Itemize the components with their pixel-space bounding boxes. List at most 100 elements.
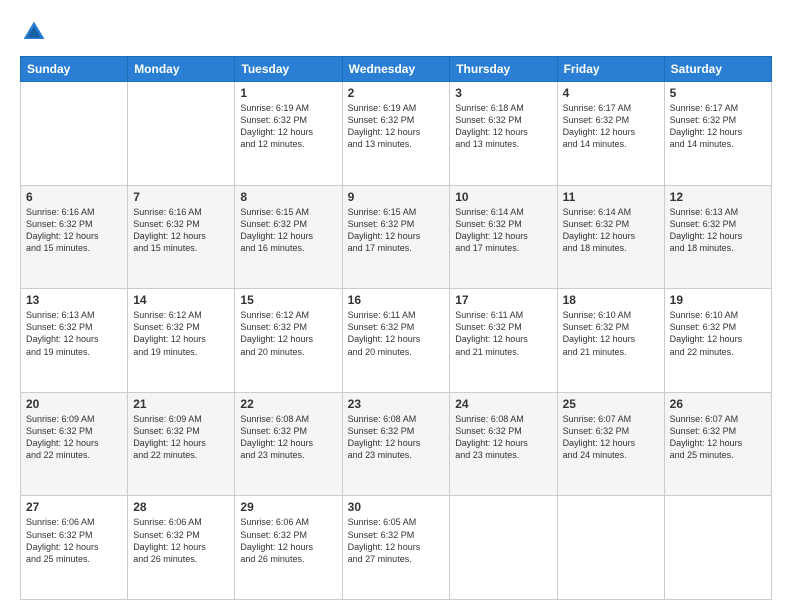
calendar-cell: 25 Sunrise: 6:07 AM Sunset: 6:32 PM Dayli… bbox=[557, 392, 664, 496]
day-number: 12 bbox=[670, 190, 766, 204]
calendar-week-row: 1 Sunrise: 6:19 AM Sunset: 6:32 PM Daylig… bbox=[21, 82, 772, 186]
day-number: 27 bbox=[26, 500, 122, 514]
day-number: 7 bbox=[133, 190, 229, 204]
calendar-cell: 15 Sunrise: 6:12 AM Sunset: 6:32 PM Dayli… bbox=[235, 289, 342, 393]
weekday-header: Wednesday bbox=[342, 57, 450, 82]
calendar-cell bbox=[557, 496, 664, 600]
day-info: Sunrise: 6:08 AM Sunset: 6:32 PM Dayligh… bbox=[455, 413, 551, 462]
day-number: 17 bbox=[455, 293, 551, 307]
day-info: Sunrise: 6:06 AM Sunset: 6:32 PM Dayligh… bbox=[26, 516, 122, 565]
logo-icon bbox=[20, 18, 48, 46]
calendar-cell bbox=[21, 82, 128, 186]
calendar-cell: 16 Sunrise: 6:11 AM Sunset: 6:32 PM Dayli… bbox=[342, 289, 450, 393]
day-number: 13 bbox=[26, 293, 122, 307]
calendar-cell: 23 Sunrise: 6:08 AM Sunset: 6:32 PM Dayli… bbox=[342, 392, 450, 496]
calendar-week-row: 6 Sunrise: 6:16 AM Sunset: 6:32 PM Daylig… bbox=[21, 185, 772, 289]
calendar-cell: 19Sunrise: 6:10 AM Sunset: 6:32 PM Dayli… bbox=[664, 289, 771, 393]
calendar-body: 1 Sunrise: 6:19 AM Sunset: 6:32 PM Daylig… bbox=[21, 82, 772, 600]
calendar-week-row: 13 Sunrise: 6:13 AM Sunset: 6:32 PM Dayli… bbox=[21, 289, 772, 393]
calendar-cell: 27 Sunrise: 6:06 AM Sunset: 6:32 PM Dayli… bbox=[21, 496, 128, 600]
logo bbox=[20, 18, 50, 46]
weekday-header: Tuesday bbox=[235, 57, 342, 82]
day-number: 23 bbox=[348, 397, 445, 411]
day-number: 14 bbox=[133, 293, 229, 307]
day-info: Sunrise: 6:05 AM Sunset: 6:32 PM Dayligh… bbox=[348, 516, 445, 565]
day-number: 18 bbox=[563, 293, 659, 307]
calendar-cell: 22 Sunrise: 6:08 AM Sunset: 6:32 PM Dayli… bbox=[235, 392, 342, 496]
day-info: Sunrise: 6:12 AM Sunset: 6:32 PM Dayligh… bbox=[240, 309, 336, 358]
day-info: Sunrise: 6:14 AM Sunset: 6:32 PM Dayligh… bbox=[455, 206, 551, 255]
calendar-cell: 13 Sunrise: 6:13 AM Sunset: 6:32 PM Dayli… bbox=[21, 289, 128, 393]
day-info: Sunrise: 6:17 AM Sunset: 6:32 PM Dayligh… bbox=[563, 102, 659, 151]
day-number: 11 bbox=[563, 190, 659, 204]
day-info: Sunrise: 6:10 AM Sunset: 6:32 PM Dayligh… bbox=[670, 309, 766, 358]
day-info: Sunrise: 6:12 AM Sunset: 6:32 PM Dayligh… bbox=[133, 309, 229, 358]
day-number: 9 bbox=[348, 190, 445, 204]
day-info: Sunrise: 6:07 AM Sunset: 6:32 PM Dayligh… bbox=[563, 413, 659, 462]
day-info: Sunrise: 6:19 AM Sunset: 6:32 PM Dayligh… bbox=[348, 102, 445, 151]
day-number: 5 bbox=[670, 86, 766, 100]
day-info: Sunrise: 6:13 AM Sunset: 6:32 PM Dayligh… bbox=[26, 309, 122, 358]
day-number: 22 bbox=[240, 397, 336, 411]
calendar-cell: 17 Sunrise: 6:11 AM Sunset: 6:32 PM Dayli… bbox=[450, 289, 557, 393]
day-number: 24 bbox=[455, 397, 551, 411]
day-number: 1 bbox=[240, 86, 336, 100]
day-info: Sunrise: 6:06 AM Sunset: 6:32 PM Dayligh… bbox=[240, 516, 336, 565]
day-info: Sunrise: 6:19 AM Sunset: 6:32 PM Dayligh… bbox=[240, 102, 336, 151]
weekday-header: Friday bbox=[557, 57, 664, 82]
calendar-cell: 9 Sunrise: 6:15 AM Sunset: 6:32 PM Daylig… bbox=[342, 185, 450, 289]
calendar-cell: 14 Sunrise: 6:12 AM Sunset: 6:32 PM Dayli… bbox=[128, 289, 235, 393]
calendar-cell: 28Sunrise: 6:06 AM Sunset: 6:32 PM Dayli… bbox=[128, 496, 235, 600]
day-number: 26 bbox=[670, 397, 766, 411]
calendar-cell bbox=[128, 82, 235, 186]
calendar-cell: 1 Sunrise: 6:19 AM Sunset: 6:32 PM Daylig… bbox=[235, 82, 342, 186]
weekday-header: Monday bbox=[128, 57, 235, 82]
calendar-cell: 6 Sunrise: 6:16 AM Sunset: 6:32 PM Daylig… bbox=[21, 185, 128, 289]
weekday-header: Saturday bbox=[664, 57, 771, 82]
day-info: Sunrise: 6:08 AM Sunset: 6:32 PM Dayligh… bbox=[240, 413, 336, 462]
calendar-cell: 8 Sunrise: 6:15 AM Sunset: 6:32 PM Daylig… bbox=[235, 185, 342, 289]
day-info: Sunrise: 6:09 AM Sunset: 6:32 PM Dayligh… bbox=[133, 413, 229, 462]
day-number: 8 bbox=[240, 190, 336, 204]
calendar-cell: 29 Sunrise: 6:06 AM Sunset: 6:32 PM Dayli… bbox=[235, 496, 342, 600]
weekday-header: Sunday bbox=[21, 57, 128, 82]
day-info: Sunrise: 6:18 AM Sunset: 6:32 PM Dayligh… bbox=[455, 102, 551, 151]
calendar-cell: 3Sunrise: 6:18 AM Sunset: 6:32 PM Daylig… bbox=[450, 82, 557, 186]
calendar-cell: 30 Sunrise: 6:05 AM Sunset: 6:32 PM Dayli… bbox=[342, 496, 450, 600]
day-info: Sunrise: 6:16 AM Sunset: 6:32 PM Dayligh… bbox=[133, 206, 229, 255]
day-info: Sunrise: 6:13 AM Sunset: 6:32 PM Dayligh… bbox=[670, 206, 766, 255]
day-info: Sunrise: 6:16 AM Sunset: 6:32 PM Dayligh… bbox=[26, 206, 122, 255]
day-info: Sunrise: 6:17 AM Sunset: 6:32 PM Dayligh… bbox=[670, 102, 766, 151]
day-number: 6 bbox=[26, 190, 122, 204]
calendar-week-row: 20 Sunrise: 6:09 AM Sunset: 6:32 PM Dayli… bbox=[21, 392, 772, 496]
day-number: 4 bbox=[563, 86, 659, 100]
header bbox=[20, 18, 772, 46]
day-info: Sunrise: 6:11 AM Sunset: 6:32 PM Dayligh… bbox=[455, 309, 551, 358]
day-info: Sunrise: 6:08 AM Sunset: 6:32 PM Dayligh… bbox=[348, 413, 445, 462]
calendar-week-row: 27 Sunrise: 6:06 AM Sunset: 6:32 PM Dayli… bbox=[21, 496, 772, 600]
day-number: 21 bbox=[133, 397, 229, 411]
day-number: 2 bbox=[348, 86, 445, 100]
calendar-cell: 10 Sunrise: 6:14 AM Sunset: 6:32 PM Dayli… bbox=[450, 185, 557, 289]
calendar-cell bbox=[450, 496, 557, 600]
day-info: Sunrise: 6:15 AM Sunset: 6:32 PM Dayligh… bbox=[348, 206, 445, 255]
day-number: 15 bbox=[240, 293, 336, 307]
day-number: 20 bbox=[26, 397, 122, 411]
calendar-cell bbox=[664, 496, 771, 600]
calendar-cell: 26Sunrise: 6:07 AM Sunset: 6:32 PM Dayli… bbox=[664, 392, 771, 496]
day-number: 10 bbox=[455, 190, 551, 204]
calendar-cell: 20Sunrise: 6:09 AM Sunset: 6:32 PM Dayli… bbox=[21, 392, 128, 496]
day-number: 25 bbox=[563, 397, 659, 411]
calendar-cell: 4 Sunrise: 6:17 AM Sunset: 6:32 PM Daylig… bbox=[557, 82, 664, 186]
day-info: Sunrise: 6:11 AM Sunset: 6:32 PM Dayligh… bbox=[348, 309, 445, 358]
day-number: 16 bbox=[348, 293, 445, 307]
weekday-header: Thursday bbox=[450, 57, 557, 82]
day-info: Sunrise: 6:06 AM Sunset: 6:32 PM Dayligh… bbox=[133, 516, 229, 565]
calendar-cell: 2 Sunrise: 6:19 AM Sunset: 6:32 PM Daylig… bbox=[342, 82, 450, 186]
calendar-cell: 11Sunrise: 6:14 AM Sunset: 6:32 PM Dayli… bbox=[557, 185, 664, 289]
day-number: 29 bbox=[240, 500, 336, 514]
calendar-cell: 12 Sunrise: 6:13 AM Sunset: 6:32 PM Dayli… bbox=[664, 185, 771, 289]
calendar-cell: 5 Sunrise: 6:17 AM Sunset: 6:32 PM Daylig… bbox=[664, 82, 771, 186]
day-number: 30 bbox=[348, 500, 445, 514]
day-info: Sunrise: 6:15 AM Sunset: 6:32 PM Dayligh… bbox=[240, 206, 336, 255]
